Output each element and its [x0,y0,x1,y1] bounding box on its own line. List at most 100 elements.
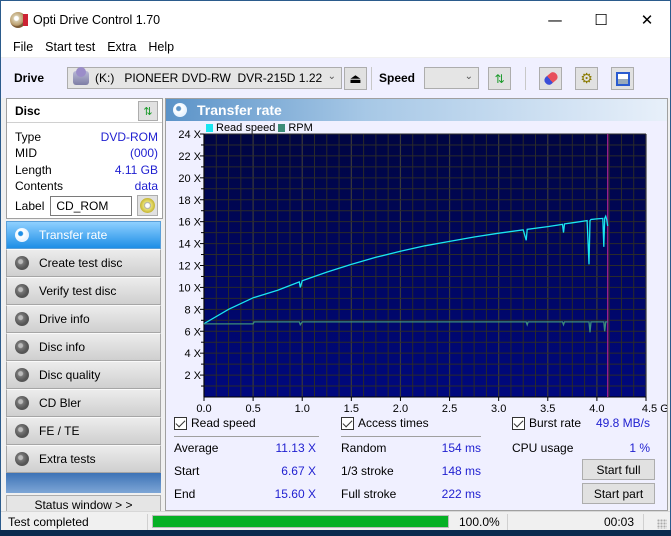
toolbar-separator [371,67,372,90]
disc-type-label: Type [15,130,42,144]
y-tick-label: 12 X [178,261,201,273]
start-full-button[interactable]: Start full [582,459,655,480]
toolbar-separator [525,67,526,90]
x-tick-label: 4.0 [589,403,604,412]
y-tick-label: 6 X [184,326,201,338]
window-title: Opti Drive Control 1.70 [33,13,161,27]
divider [341,436,481,437]
close-button[interactable]: ✕ [624,1,670,39]
legend-rpm: RPM [288,122,313,134]
x-tick-label: 1.0 [295,403,310,412]
drive-select[interactable]: (K:) PIONEER DVD-RW DVR-215D 1.22 ⌄ [67,67,342,89]
random-label: Random [341,441,387,455]
resize-grip[interactable] [657,519,667,529]
nav-verify-test-disc[interactable]: Verify test disc [6,277,161,305]
disc-gauge-icon [15,312,29,326]
access-times-checkbox-label: Access times [358,416,429,430]
settings-button[interactable]: ⚙ [575,67,598,90]
minimize-button[interactable]: — [532,1,578,39]
x-tick-label: 0.5 [245,403,260,412]
save-button[interactable] [611,67,634,90]
burst-rate-checkbox-row[interactable]: Burst rate [512,416,581,430]
nav-disc-quality[interactable]: Disc quality [6,361,161,389]
nav-label: Disc info [39,340,86,354]
divider [174,436,319,437]
chart-legend: Read speed RPM [206,122,313,134]
start-value: 6.67 X [281,464,316,478]
disc-title: Disc [15,103,41,118]
read-speed-checkbox[interactable] [174,416,187,430]
disc-gauge-icon [15,396,29,410]
random-value: 154 ms [441,441,481,455]
menu-start-test[interactable]: Start test [39,40,101,54]
y-tick-label: 18 X [178,195,201,207]
nav-cd-bler[interactable]: CD Bler [6,389,161,417]
speed-label: Speed [379,71,416,85]
menu-bar: File Start test Extra Help [1,37,670,57]
cpu-usage-label: CPU usage [512,441,574,455]
legend-swatch-rpm [278,124,286,132]
status-separator [507,514,508,530]
nav-label: FE / TE [39,424,80,438]
disc-info-box: Disc ⇅ Type DVD-ROM MID (000) Length 4.1… [6,98,163,219]
refresh-disc-button[interactable]: ⇅ [138,101,158,121]
status-bar: Test completed 100.0% 00:03 [1,511,670,531]
refresh-icon: ⇅ [143,105,153,118]
end-value: 15.60 X [274,487,316,501]
start-label: Start [174,464,200,478]
disc-gauge-icon [15,368,29,382]
panel-title: Transfer rate [197,102,282,118]
disc-gauge-icon [15,284,29,298]
menu-help[interactable]: Help [142,40,180,54]
disc-length-label: Length [15,163,52,177]
x-tick-label: 3.5 [540,403,555,412]
disc-gauge-icon [15,228,29,242]
menu-file[interactable]: File [1,40,39,54]
status-separator [147,514,148,530]
erase-button[interactable] [539,67,562,90]
nav-drive-info[interactable]: Drive info [6,305,161,333]
nav-transfer-rate[interactable]: Transfer rate [6,221,161,249]
settings-icon: ⚙ [580,70,593,86]
disc-gauge-icon [173,103,187,117]
maximize-button[interactable]: ☐ [578,1,624,39]
disc-label-input[interactable]: CD_ROM [50,195,133,216]
speed-select[interactable]: ⌄ [424,67,479,89]
nav-create-test-disc[interactable]: Create test disc [6,249,161,277]
full-stroke-value: 222 ms [441,487,481,501]
cpu-usage-value: 1 % [629,441,650,455]
y-tick-label: 2 X [184,370,201,382]
progress-percent: 100.0% [459,515,500,529]
cd-button[interactable] [137,195,159,216]
elapsed-time: 00:03 [603,515,634,529]
app-icon [10,12,28,28]
nav-fe-te[interactable]: FE / TE [6,417,161,445]
chevron-down-icon: ⌄ [464,71,473,82]
access-times-checkbox-row[interactable]: Access times [341,416,429,430]
disc-gauge-icon [15,340,29,354]
refresh-speed-button[interactable]: ⇅ [488,67,511,90]
nav-disc-info[interactable]: Disc info [6,333,161,361]
nav-extra-tests[interactable]: Extra tests [6,445,161,473]
eject-button[interactable]: ⏏ [344,67,367,90]
start-part-button[interactable]: Start part [582,483,655,504]
disc-gauge-icon [15,256,29,270]
burst-rate-value: 49.8 MB/s [595,416,650,430]
title-bar: Opti Drive Control 1.70 — ☐ ✕ [1,1,670,39]
transfer-rate-chart: 2 X 4 X 6 X 8 X 10 X 12 X 14 X 16 X 18 X 20 X 22 X… [178,129,667,412]
stats-area: Read speed Average 11.13 X Start 6.67 X … [166,412,667,512]
full-stroke-label: Full stroke [341,487,397,501]
toolbar: Drive (K:) PIONEER DVD-RW DVR-215D 1.22 … [1,58,670,98]
disc-type-value: DVD-ROM [100,130,158,144]
access-times-checkbox[interactable] [341,416,354,430]
cd-icon [140,198,156,213]
end-label: End [174,487,196,501]
nav-label: Drive info [39,312,90,326]
menu-extra[interactable]: Extra [101,40,142,54]
disc-label-label: Label [15,198,45,213]
progress-bar [152,515,449,528]
disc-mid-value: (000) [129,146,158,160]
x-tick-label: 4.5 GB [642,403,667,412]
burst-rate-checkbox[interactable] [512,416,525,430]
read-speed-checkbox-row[interactable]: Read speed [174,416,256,430]
